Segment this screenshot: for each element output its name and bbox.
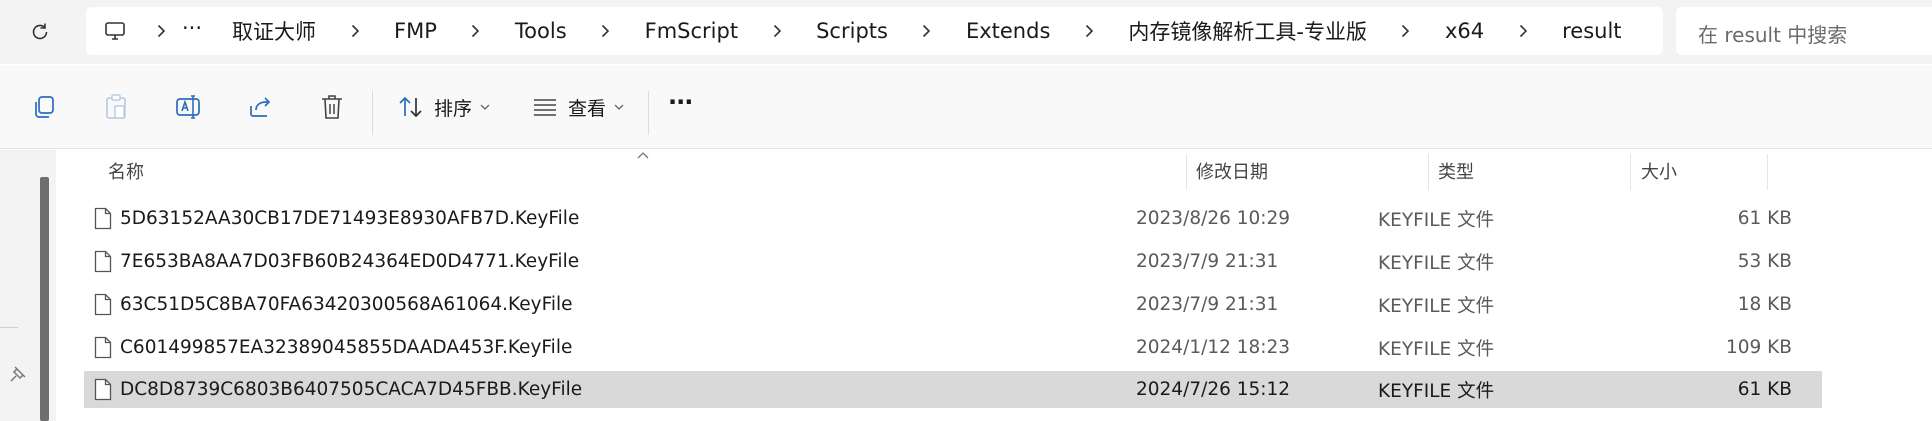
file-size: 61 KB (1737, 379, 1792, 400)
file-row[interactable]: 7E653BA8AA7D03FB60B24364ED0D4771.KeyFile… (84, 243, 1822, 280)
file-size: 53 KB (1737, 251, 1792, 272)
chevron-right-icon (1082, 24, 1096, 38)
chevron-right-icon (1516, 24, 1530, 38)
share-icon (245, 92, 275, 122)
file-type: KEYFILE 文件 (1378, 209, 1495, 231)
chevron-down-icon (480, 102, 490, 112)
address-row: ··· 取证大师 FMP Tools FmScript Scripts Exte… (0, 0, 1932, 64)
chevron-right-icon (599, 24, 613, 38)
sort-button[interactable]: 排序 (396, 87, 490, 127)
file-row[interactable]: 63C51D5C8BA70FA63420300568A61064.KeyFile… (84, 286, 1822, 323)
computer-button[interactable] (104, 20, 126, 42)
rename-button[interactable] (173, 87, 203, 127)
column-separator[interactable] (1630, 154, 1631, 190)
more-icon: ··· (668, 88, 693, 116)
chevron-right-icon (920, 24, 934, 38)
breadcrumb-item[interactable]: FmScript (641, 19, 742, 43)
computer-icon (105, 22, 125, 40)
chevron-down-icon (614, 102, 624, 112)
copy-button[interactable] (29, 87, 59, 127)
refresh-icon (32, 23, 48, 40)
file-date: 2023/8/26 10:29 (1136, 208, 1291, 229)
file-name: C601499857EA32389045855DAADA453F.KeyFile (120, 337, 573, 358)
more-options-button[interactable]: ··· (668, 87, 693, 127)
sort-label: 排序 (434, 97, 473, 120)
file-icon (94, 250, 112, 273)
breadcrumb-overflow-button[interactable]: ··· (178, 16, 206, 40)
view-button[interactable]: 查看 (530, 87, 624, 127)
share-button[interactable] (245, 87, 275, 127)
rename-icon (173, 92, 203, 122)
file-name: DC8D8739C6803B6407505CACA7D45FBB.KeyFile (120, 379, 583, 400)
chevron-right-icon (1399, 24, 1413, 38)
file-icon (94, 336, 112, 359)
file-list: 名称 修改日期 类型 大小 5D63152AA30CB17DE71493E893… (60, 150, 1932, 421)
column-header-type[interactable]: 类型 (1438, 150, 1628, 192)
file-name: 63C51D5C8BA70FA63420300568A61064.KeyFile (120, 294, 573, 315)
column-header-size[interactable]: 大小 (1641, 150, 1761, 192)
file-size: 18 KB (1737, 294, 1792, 315)
delete-button[interactable] (317, 87, 347, 127)
file-icon (94, 378, 112, 401)
file-row[interactable]: C601499857EA32389045855DAADA453F.KeyFile… (84, 329, 1822, 366)
paste-icon (101, 92, 131, 122)
breadcrumb: ··· 取证大师 FMP Tools FmScript Scripts Exte… (86, 7, 1626, 55)
copy-icon (29, 92, 59, 122)
file-row[interactable]: 5D63152AA30CB17DE71493E8930AFB7D.KeyFile… (84, 200, 1822, 237)
command-bar: 排序 查看 ··· (0, 65, 1932, 149)
column-header-name[interactable]: 名称 (108, 150, 1238, 192)
breadcrumb-item[interactable]: Extends (962, 19, 1054, 43)
chevron-right-icon (154, 24, 168, 38)
file-size: 61 KB (1737, 208, 1792, 229)
address-bar[interactable]: ··· 取证大师 FMP Tools FmScript Scripts Exte… (86, 7, 1663, 55)
sort-icon (396, 92, 426, 122)
paste-button[interactable] (101, 87, 131, 127)
chevron-right-icon (348, 24, 362, 38)
file-date: 2024/7/26 15:12 (1136, 379, 1291, 400)
file-type: KEYFILE 文件 (1378, 380, 1495, 402)
search-placeholder: 在 result 中搜索 (1698, 23, 1848, 47)
nav-scrollbar[interactable] (40, 177, 49, 421)
breadcrumb-item[interactable]: Tools (511, 19, 571, 43)
file-type: KEYFILE 文件 (1378, 252, 1495, 274)
file-row-selected[interactable]: DC8D8739C6803B6407505CACA7D45FBB.KeyFile… (84, 371, 1822, 408)
file-type: KEYFILE 文件 (1378, 338, 1495, 360)
file-date: 2024/1/12 18:23 (1136, 337, 1291, 358)
breadcrumb-item-current[interactable]: result (1558, 19, 1625, 43)
view-label: 查看 (568, 97, 607, 120)
breadcrumb-item[interactable]: Scripts (812, 19, 892, 43)
toolbar-divider (648, 91, 649, 135)
pin-icon[interactable] (8, 364, 28, 384)
breadcrumb-item[interactable]: 内存镜像解析工具-专业版 (1124, 16, 1371, 46)
breadcrumb-item[interactable]: 取证大师 (228, 16, 320, 46)
view-icon (530, 92, 560, 122)
file-date: 2023/7/9 21:31 (1136, 251, 1279, 272)
file-name: 7E653BA8AA7D03FB60B24364ED0D4771.KeyFile (120, 251, 580, 272)
file-icon (94, 207, 112, 230)
column-separator[interactable] (1186, 154, 1187, 190)
file-name: 5D63152AA30CB17DE71493E8930AFB7D.KeyFile (120, 208, 580, 229)
chevron-right-icon (469, 24, 483, 38)
column-separator[interactable] (1428, 154, 1429, 190)
delete-icon (317, 92, 347, 122)
file-date: 2023/7/9 21:31 (1136, 294, 1279, 315)
chevron-right-icon (770, 24, 784, 38)
refresh-button[interactable] (22, 14, 58, 50)
breadcrumb-item[interactable]: FMP (390, 19, 441, 43)
search-input[interactable]: 在 result 中搜索 (1676, 7, 1932, 55)
breadcrumb-item[interactable]: x64 (1441, 19, 1488, 43)
nav-divider (0, 327, 18, 328)
toolbar-divider (372, 91, 373, 135)
file-size: 109 KB (1725, 337, 1792, 358)
column-header-date[interactable]: 修改日期 (1196, 150, 1426, 192)
column-header-row: 名称 修改日期 类型 大小 (60, 150, 1932, 192)
column-separator[interactable] (1767, 154, 1768, 190)
file-type: KEYFILE 文件 (1378, 295, 1495, 317)
file-icon (94, 293, 112, 316)
navigation-pane[interactable] (0, 150, 56, 421)
